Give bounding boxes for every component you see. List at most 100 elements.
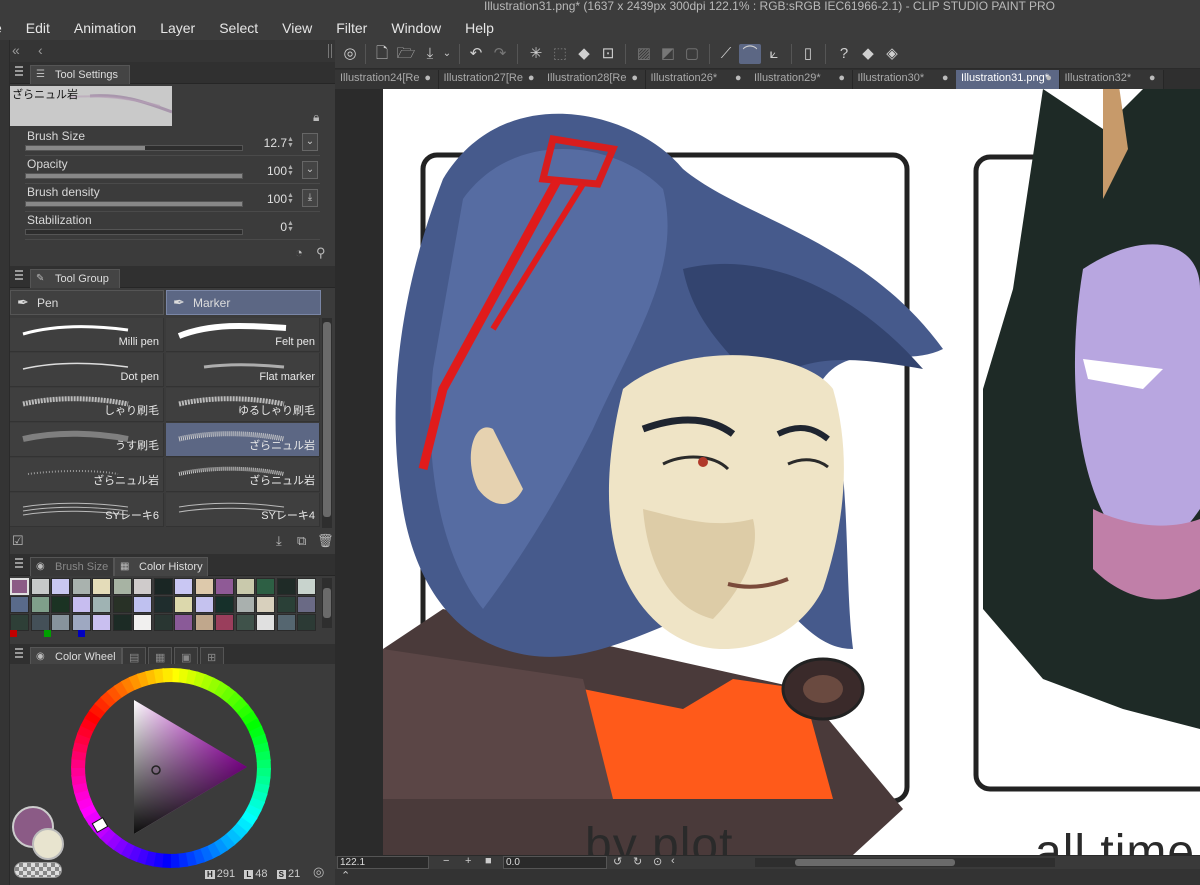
close-tab-icon[interactable]: ● (735, 72, 742, 84)
transparent-color[interactable] (14, 862, 62, 878)
property-row[interactable]: Stabilization 0 ▲ ▼ (25, 212, 320, 240)
color-swatch[interactable] (112, 596, 132, 613)
brush-item[interactable]: ざらニュル岩 (166, 423, 320, 457)
color-swatch[interactable] (153, 596, 173, 613)
document-tab[interactable]: Illustration29* ● (749, 70, 853, 89)
new-file-icon[interactable]: 🗋︎ (371, 44, 393, 64)
dynamics-icon[interactable]: ⌄ (302, 133, 318, 151)
menu-item[interactable]: e (0, 20, 14, 38)
spin-arrows-icon[interactable]: ▲ ▼ (287, 220, 294, 233)
sub-tool-settings-icon[interactable]: ☑ (12, 533, 24, 549)
color-swatch[interactable] (30, 596, 50, 613)
collapse-dock-icon[interactable]: « (12, 42, 20, 58)
color-swatch[interactable] (235, 578, 255, 595)
chevron-down-icon[interactable]: ⌄ (441, 44, 453, 64)
color-swatch[interactable] (71, 578, 91, 595)
panel-menu-icon[interactable] (15, 558, 23, 568)
brush-item[interactable]: SYレーキ6 (10, 493, 164, 527)
color-swatch[interactable] (10, 614, 29, 631)
expand-up-icon[interactable]: ⌃ (341, 869, 350, 882)
color-swatch[interactable] (174, 578, 193, 595)
eraser-icon[interactable]: ◆ (857, 44, 879, 64)
hue-segment[interactable] (162, 668, 173, 683)
color-swatch[interactable] (174, 614, 193, 631)
document-tab[interactable]: Illustration30* ● (852, 70, 957, 89)
color-swatch[interactable] (51, 578, 70, 595)
color-swatch[interactable] (112, 614, 132, 631)
clear-icon[interactable]: ⬚ (549, 44, 571, 64)
color-swatch[interactable] (256, 578, 275, 595)
group-marker[interactable]: ✒ Marker (166, 290, 321, 315)
open-folder-icon[interactable]: 🗁︎ (395, 44, 417, 64)
close-tab-icon[interactable]: ● (1149, 72, 1156, 84)
document-tab[interactable]: Illustration28[Re ● (542, 70, 646, 89)
download-icon[interactable]: ⤓ (276, 533, 282, 549)
document-tab[interactable]: Illustration26* ● (645, 70, 750, 89)
canvas-h-scrollbar[interactable] (755, 858, 1055, 867)
color-swatch[interactable] (10, 596, 29, 613)
color-swatch[interactable] (194, 578, 214, 595)
tab-tool-group[interactable]: ✎ Tool Group (30, 269, 120, 288)
property-row[interactable]: Opacity 100 ▲ ▼ ⌄ (25, 156, 320, 184)
brush-item[interactable]: Dot pen (10, 353, 164, 387)
brush-item[interactable]: Flat marker (166, 353, 320, 387)
color-swatch[interactable] (51, 596, 70, 613)
zoom-out-icon[interactable]: − (443, 855, 449, 867)
document-tab[interactable]: Illustration27[Re ● (438, 70, 543, 89)
brush-item[interactable]: ゆるしゃり刷毛 (166, 388, 320, 422)
color-space-icon[interactable]: ◎ (313, 864, 324, 880)
color-swatch[interactable] (71, 596, 91, 613)
scrollbar-thumb[interactable] (323, 588, 331, 618)
grid-snap-icon[interactable]: ⟀ (763, 44, 785, 64)
menu-item[interactable]: Help (453, 20, 506, 38)
tab-brush-size[interactable]: ◉ Brush Size (30, 557, 114, 576)
help-icon[interactable]: ? (833, 44, 855, 64)
special-ruler-snap-icon[interactable]: ⌒ (739, 44, 761, 64)
color-swatch[interactable] (92, 596, 111, 613)
color-swatch[interactable] (194, 596, 214, 613)
tab-color-history[interactable]: ▦ Color History (114, 557, 208, 576)
invert-selection-icon[interactable]: ◩ (657, 44, 679, 64)
menu-item[interactable]: Filter (324, 20, 379, 38)
scroll-left-icon[interactable]: ‹ (671, 855, 675, 867)
menu-item[interactable]: Select (207, 20, 270, 38)
document-tab[interactable]: Illustration31.png* ● (956, 70, 1060, 89)
menu-item[interactable]: Edit (14, 20, 62, 38)
close-tab-icon[interactable]: ● (424, 72, 431, 84)
spin-arrows-icon[interactable]: ▲ ▼ (287, 164, 294, 177)
color-swatch[interactable] (153, 578, 173, 595)
color-swatch[interactable] (276, 614, 296, 631)
close-tab-icon[interactable]: ● (1045, 72, 1052, 84)
brush-item[interactable]: ざらニュル岩 (10, 458, 164, 492)
rotate-right-icon[interactable]: ↻ (633, 855, 642, 868)
wrench-icon[interactable]: ⚲ (316, 245, 326, 261)
sub-color[interactable] (32, 828, 64, 860)
color-swatch[interactable] (10, 578, 29, 595)
duplicate-icon[interactable]: ⧉ (297, 533, 306, 549)
save-icon[interactable]: ⤓ (419, 44, 441, 64)
deselect-icon[interactable]: ▨ (633, 44, 655, 64)
zoom-in-icon[interactable]: + (465, 855, 471, 867)
dock-back-icon[interactable]: ‹ (38, 42, 43, 58)
brush-item[interactable]: しゃり刷毛 (10, 388, 164, 422)
panel-menu-icon[interactable] (15, 66, 23, 76)
dynamics-icon[interactable]: ⌄ (302, 161, 318, 179)
brush-item[interactable]: Felt pen (166, 318, 320, 352)
menu-item[interactable]: Animation (62, 20, 148, 38)
property-row[interactable]: Brush density 100 ▲ ▼ ⤓ (25, 184, 320, 212)
close-tab-icon[interactable]: ● (631, 72, 638, 84)
panel-menu-icon[interactable] (15, 648, 23, 658)
document-tab[interactable]: Illustration32* ● (1059, 70, 1164, 89)
color-swatch[interactable] (174, 596, 193, 613)
color-swatch[interactable] (92, 578, 111, 595)
zoom-field[interactable]: 122.1 (337, 856, 429, 869)
color-swatch[interactable] (297, 578, 316, 595)
clip-studio-icon[interactable]: ◎ (339, 44, 361, 64)
ruler-snap-icon[interactable]: ⟋ (715, 44, 737, 64)
lock-icon[interactable]: 🔒︎ (313, 110, 319, 125)
color-swatch[interactable] (235, 596, 255, 613)
canvas-artwork[interactable] (383, 89, 1200, 855)
color-swatch[interactable] (215, 596, 234, 613)
close-tab-icon[interactable]: ● (942, 72, 949, 84)
pressure-icon[interactable]: ⤓ (302, 189, 318, 207)
